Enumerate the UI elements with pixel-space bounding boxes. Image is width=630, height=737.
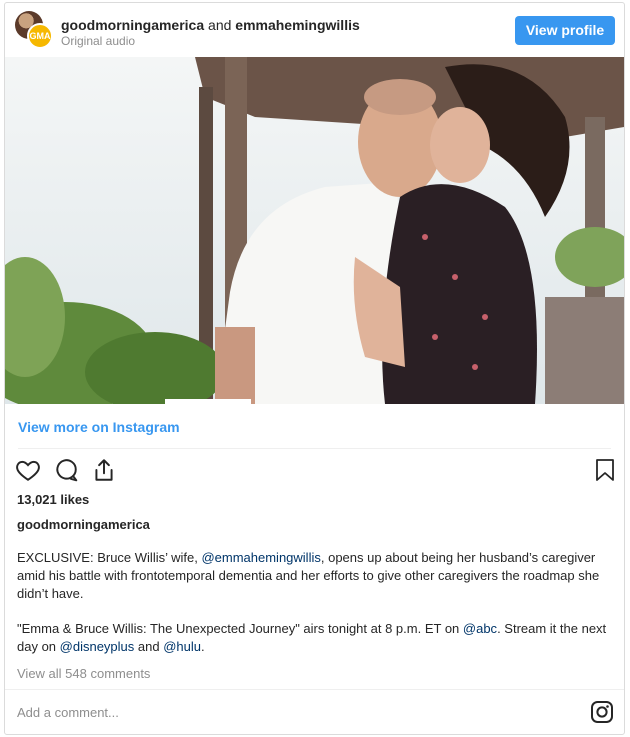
comment-icon[interactable] bbox=[53, 457, 79, 488]
likes-count[interactable]: 13,021 likes bbox=[17, 492, 89, 507]
instagram-icon[interactable] bbox=[590, 700, 614, 729]
account-primary-link[interactable]: goodmorningamerica bbox=[61, 17, 204, 33]
caption-text: . bbox=[200, 639, 205, 654]
comment-bar: Add a comment... bbox=[5, 689, 624, 734]
account-secondary-link[interactable]: emmahemingwillis bbox=[235, 17, 359, 33]
post-header: GMA goodmorningamerica and emmahemingwil… bbox=[5, 3, 624, 57]
caption-paragraph-1: EXCLUSIVE: Bruce Willis’ wife, @emmahemi… bbox=[17, 549, 617, 603]
view-profile-button[interactable]: View profile bbox=[515, 16, 615, 45]
mention-link[interactable]: @disneyplus bbox=[60, 639, 135, 654]
account-names: goodmorningamerica and emmahemingwillis bbox=[61, 16, 360, 34]
account-connector: and bbox=[208, 17, 232, 33]
share-icon[interactable] bbox=[91, 457, 117, 488]
divider bbox=[18, 448, 611, 449]
mention-link[interactable]: @hulu bbox=[163, 639, 201, 654]
instagram-embed-card: GMA goodmorningamerica and emmahemingwil… bbox=[4, 2, 625, 735]
poster-username[interactable]: goodmorningamerica bbox=[17, 517, 150, 532]
post-caption: EXCLUSIVE: Bruce Willis’ wife, @emmahemi… bbox=[17, 549, 617, 673]
add-comment-input[interactable]: Add a comment... bbox=[17, 705, 119, 720]
view-all-comments-link[interactable]: View all 548 comments bbox=[17, 666, 150, 681]
mention-link[interactable]: @abc bbox=[463, 621, 497, 636]
heart-icon[interactable] bbox=[15, 457, 41, 488]
avatar-gma-badge: GMA bbox=[27, 23, 53, 49]
photo-illustration bbox=[5, 57, 624, 404]
post-photo[interactable] bbox=[5, 57, 624, 404]
caption-text: "Emma & Bruce Willis: The Unexpected Jou… bbox=[17, 621, 463, 636]
mention-link[interactable]: @emmahemingwillis bbox=[201, 550, 320, 565]
caption-text: EXCLUSIVE: Bruce Willis’ wife, bbox=[17, 550, 202, 565]
avatar[interactable]: GMA bbox=[15, 11, 55, 51]
audio-label[interactable]: Original audio bbox=[61, 34, 135, 48]
bookmark-icon[interactable] bbox=[593, 457, 617, 488]
view-more-on-instagram-link[interactable]: View more on Instagram bbox=[18, 419, 180, 435]
caption-paragraph-2: "Emma & Bruce Willis: The Unexpected Jou… bbox=[17, 620, 617, 656]
action-bar bbox=[15, 457, 615, 487]
caption-text: and bbox=[134, 639, 164, 654]
